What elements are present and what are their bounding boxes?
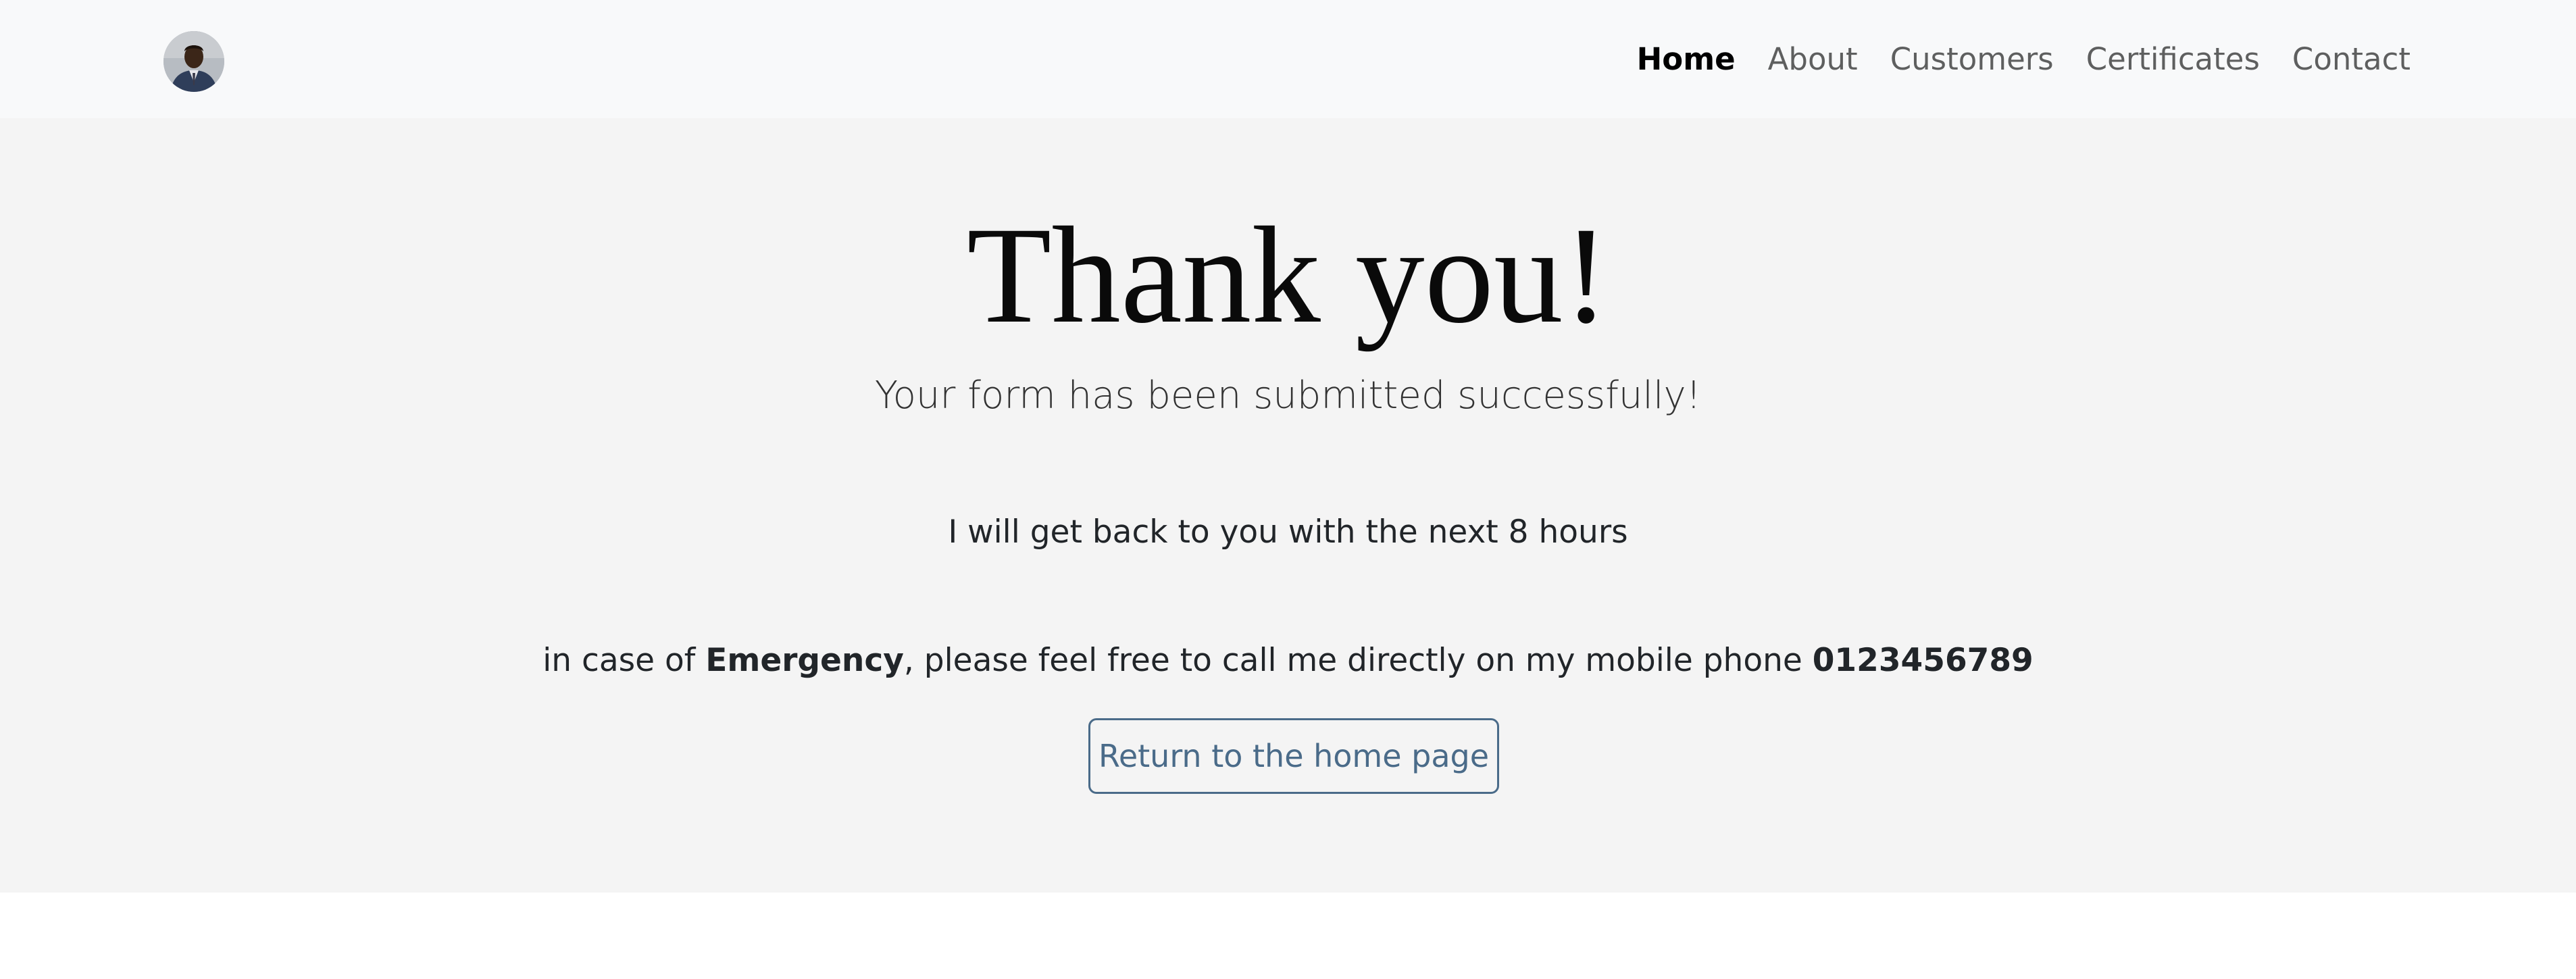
emergency-middle: , please feel free to call me directly o… xyxy=(903,642,1813,679)
nav-link-contact[interactable]: Contact xyxy=(2292,41,2410,77)
emergency-note: in case of Emergency, please feel free t… xyxy=(0,642,2576,679)
phone-number: 0123456789 xyxy=(1812,642,2034,679)
nav-link-about[interactable]: About xyxy=(1768,41,1858,77)
nav-link-home[interactable]: Home xyxy=(1637,41,1736,77)
nav-link-certificates[interactable]: Certificates xyxy=(2086,41,2260,77)
return-home-button[interactable]: Return to the home page xyxy=(1088,718,1499,794)
thank-you-section: Thank you! Your form has been submitted … xyxy=(0,118,2576,893)
navbar: Home About Customers Certificates Contac… xyxy=(0,0,2576,118)
response-time-note: I will get back to you with the next 8 h… xyxy=(948,513,1628,551)
avatar[interactable] xyxy=(163,31,224,92)
page-title: Thank you! xyxy=(967,199,1609,352)
nav-links: Home About Customers Certificates Contac… xyxy=(1637,0,2410,118)
emergency-keyword: Emergency xyxy=(705,642,904,679)
nav-link-customers[interactable]: Customers xyxy=(1890,41,2054,77)
page-subtitle: Your form has been submitted successfull… xyxy=(874,374,1702,418)
profile-photo-icon xyxy=(163,31,224,92)
emergency-prefix: in case of xyxy=(542,642,706,679)
